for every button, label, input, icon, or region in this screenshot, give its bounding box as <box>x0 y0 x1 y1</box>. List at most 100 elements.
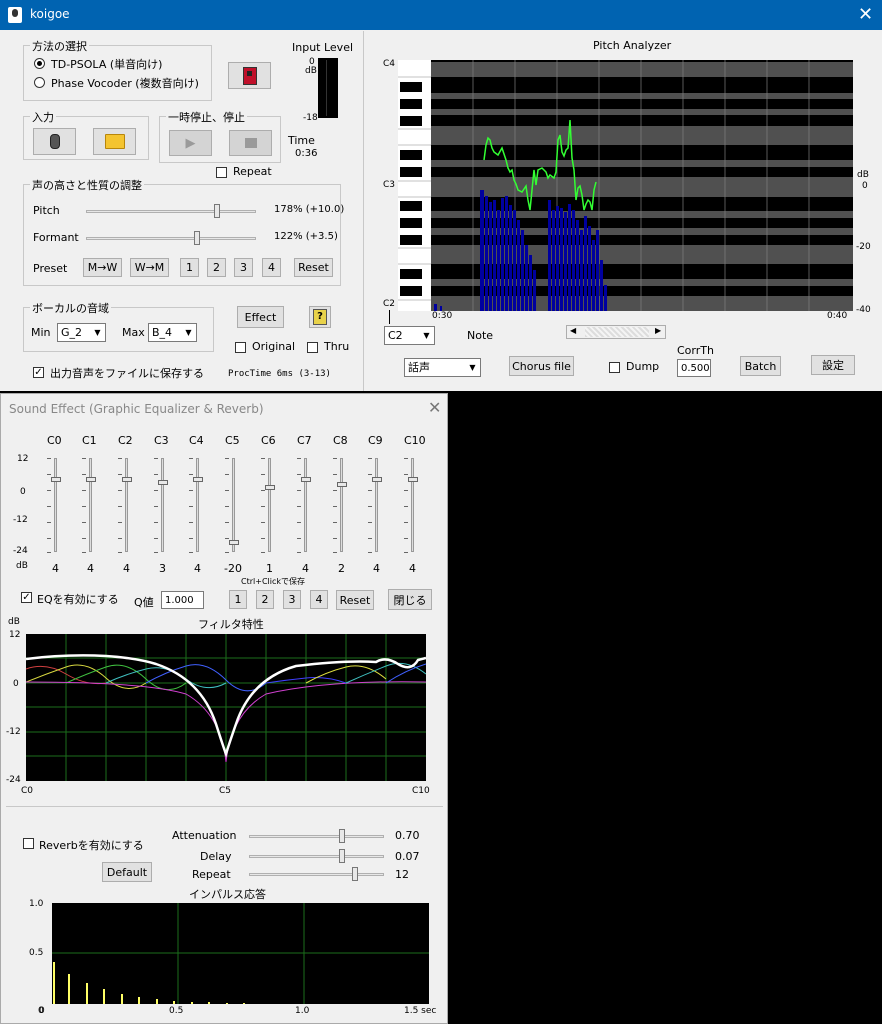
thru-checkbox[interactable] <box>307 342 318 353</box>
tdpsola-radio[interactable] <box>34 58 45 69</box>
eq-band-thumb[interactable] <box>158 479 168 485</box>
delay-slider[interactable] <box>249 847 384 865</box>
open-file-button[interactable] <box>93 128 136 155</box>
formant-slider[interactable] <box>86 228 256 248</box>
original-label: Original <box>252 340 296 353</box>
preset-3-button[interactable]: 3 <box>234 258 253 277</box>
eq-band-slider[interactable] <box>89 458 92 552</box>
formant-value: 122% (+3.5) <box>274 231 338 242</box>
eq-tick <box>225 506 229 507</box>
reverb-default-button[interactable]: Default <box>102 862 152 882</box>
eq-preset-4-button[interactable]: 4 <box>310 590 328 609</box>
eq-close-button[interactable]: 閉じる <box>388 589 432 610</box>
eq-band-thumb[interactable] <box>122 476 132 482</box>
pitch-analyzer-plot[interactable] <box>398 60 853 311</box>
eq-preset-2-button[interactable]: 2 <box>256 590 274 609</box>
voice-select[interactable]: 話声 ▼ <box>404 358 481 377</box>
eq-band-thumb[interactable] <box>301 476 311 482</box>
eq-tick <box>368 474 372 475</box>
eq-tick <box>82 458 86 459</box>
scroll-left-icon[interactable]: ◀ <box>570 326 576 335</box>
reverb-enable-checkbox[interactable] <box>23 838 34 849</box>
delay-slider-thumb[interactable] <box>339 849 346 863</box>
attenuation-slider[interactable] <box>249 827 384 845</box>
eq-band-slider[interactable] <box>304 458 307 552</box>
eq-band-thumb[interactable] <box>372 476 382 482</box>
eq-tick <box>297 490 301 491</box>
eq-band-slider[interactable] <box>54 458 57 552</box>
preset-1-button[interactable]: 1 <box>180 258 199 277</box>
min-label: Min <box>31 326 51 339</box>
eq-close-icon[interactable]: ✕ <box>428 398 441 417</box>
note-select[interactable]: C2 ▼ <box>384 326 435 345</box>
eq-reset-button[interactable]: Reset <box>336 590 374 610</box>
db-label: dB <box>857 170 869 180</box>
preset-w-to-m-button[interactable]: W→M <box>130 258 169 277</box>
eq-band-value: 4 <box>302 562 309 575</box>
eq-band-thumb[interactable] <box>86 476 96 482</box>
repeat-slider-thumb[interactable] <box>352 867 359 881</box>
preset-2-button[interactable]: 2 <box>207 258 226 277</box>
eq-band-slider[interactable] <box>268 458 271 552</box>
phase-vocoder-radio[interactable] <box>34 77 45 88</box>
settings-button[interactable]: 設定 <box>811 355 855 375</box>
min-range-select[interactable]: G_2 ▼ <box>57 323 106 342</box>
microphone-button[interactable] <box>33 128 76 155</box>
q-input[interactable]: 1.000 <box>161 591 204 609</box>
eq-band-slider[interactable] <box>411 458 414 552</box>
eq-band-thumb[interactable] <box>337 482 347 488</box>
time-scrollbar[interactable]: ◀ ▶ <box>566 325 666 339</box>
play-icon: ▶ <box>185 135 196 151</box>
original-checkbox[interactable] <box>235 342 246 353</box>
eq-band-thumb[interactable] <box>408 476 418 482</box>
dump-checkbox[interactable] <box>609 362 620 373</box>
eq-band-thumb[interactable] <box>229 539 239 545</box>
eq-band-slider[interactable] <box>375 458 378 552</box>
device-button[interactable] <box>228 62 271 89</box>
eq-db-label: dB <box>16 561 28 571</box>
scroll-right-icon[interactable]: ▶ <box>655 326 661 335</box>
eq-tick <box>154 552 158 553</box>
input-title: 入力 <box>30 109 56 125</box>
close-icon[interactable]: ✕ <box>858 4 873 25</box>
eq-enable-checkbox[interactable]: ✓ <box>21 592 32 603</box>
eq-tick <box>333 490 337 491</box>
preset-reset-button[interactable]: Reset <box>294 258 333 277</box>
max-range-select[interactable]: B_4 ▼ <box>148 323 197 342</box>
eq-band-slider[interactable] <box>196 458 199 552</box>
eq-band-slider[interactable] <box>340 458 343 552</box>
eq-tick <box>47 474 51 475</box>
eq-tick <box>404 552 408 553</box>
repeat-slider[interactable] <box>249 865 384 883</box>
effect-button[interactable]: Effect <box>237 306 284 328</box>
eq-tick <box>189 506 193 507</box>
eq-band-slider[interactable] <box>125 458 128 552</box>
delay-value: 0.07 <box>395 850 420 863</box>
time-label: Time <box>288 134 315 147</box>
eq-band-thumb[interactable] <box>265 484 275 490</box>
stop-button[interactable] <box>229 130 272 156</box>
save-output-checkbox[interactable]: ✓ <box>33 367 44 378</box>
eq-tick <box>82 506 86 507</box>
corrth-input[interactable]: 0.500 <box>677 359 711 377</box>
eq-band-slider[interactable] <box>161 458 164 552</box>
eq-preset-1-button[interactable]: 1 <box>229 590 247 609</box>
pitch-slider-thumb[interactable] <box>213 204 220 218</box>
pitch-slider[interactable] <box>86 201 256 221</box>
scrollbar-thumb[interactable] <box>585 327 649 337</box>
eq-band-thumb[interactable] <box>193 476 203 482</box>
preset-4-button[interactable]: 4 <box>262 258 281 277</box>
c2-label: C2 <box>383 299 396 309</box>
repeat-checkbox[interactable] <box>216 167 227 178</box>
eq-preset-3-button[interactable]: 3 <box>283 590 301 609</box>
eq-band-slider[interactable] <box>232 458 235 552</box>
batch-button[interactable]: Batch <box>740 356 781 376</box>
eq-band-thumb[interactable] <box>51 476 61 482</box>
impulse-x0: 0 <box>39 1006 45 1016</box>
chorus-file-button[interactable]: Chorus file <box>509 356 574 376</box>
attenuation-slider-thumb[interactable] <box>339 829 346 843</box>
play-button[interactable]: ▶ <box>169 130 212 156</box>
preset-m-to-w-button[interactable]: M→W <box>83 258 122 277</box>
help-button[interactable]: ? <box>309 306 331 328</box>
formant-slider-thumb[interactable] <box>194 231 201 245</box>
